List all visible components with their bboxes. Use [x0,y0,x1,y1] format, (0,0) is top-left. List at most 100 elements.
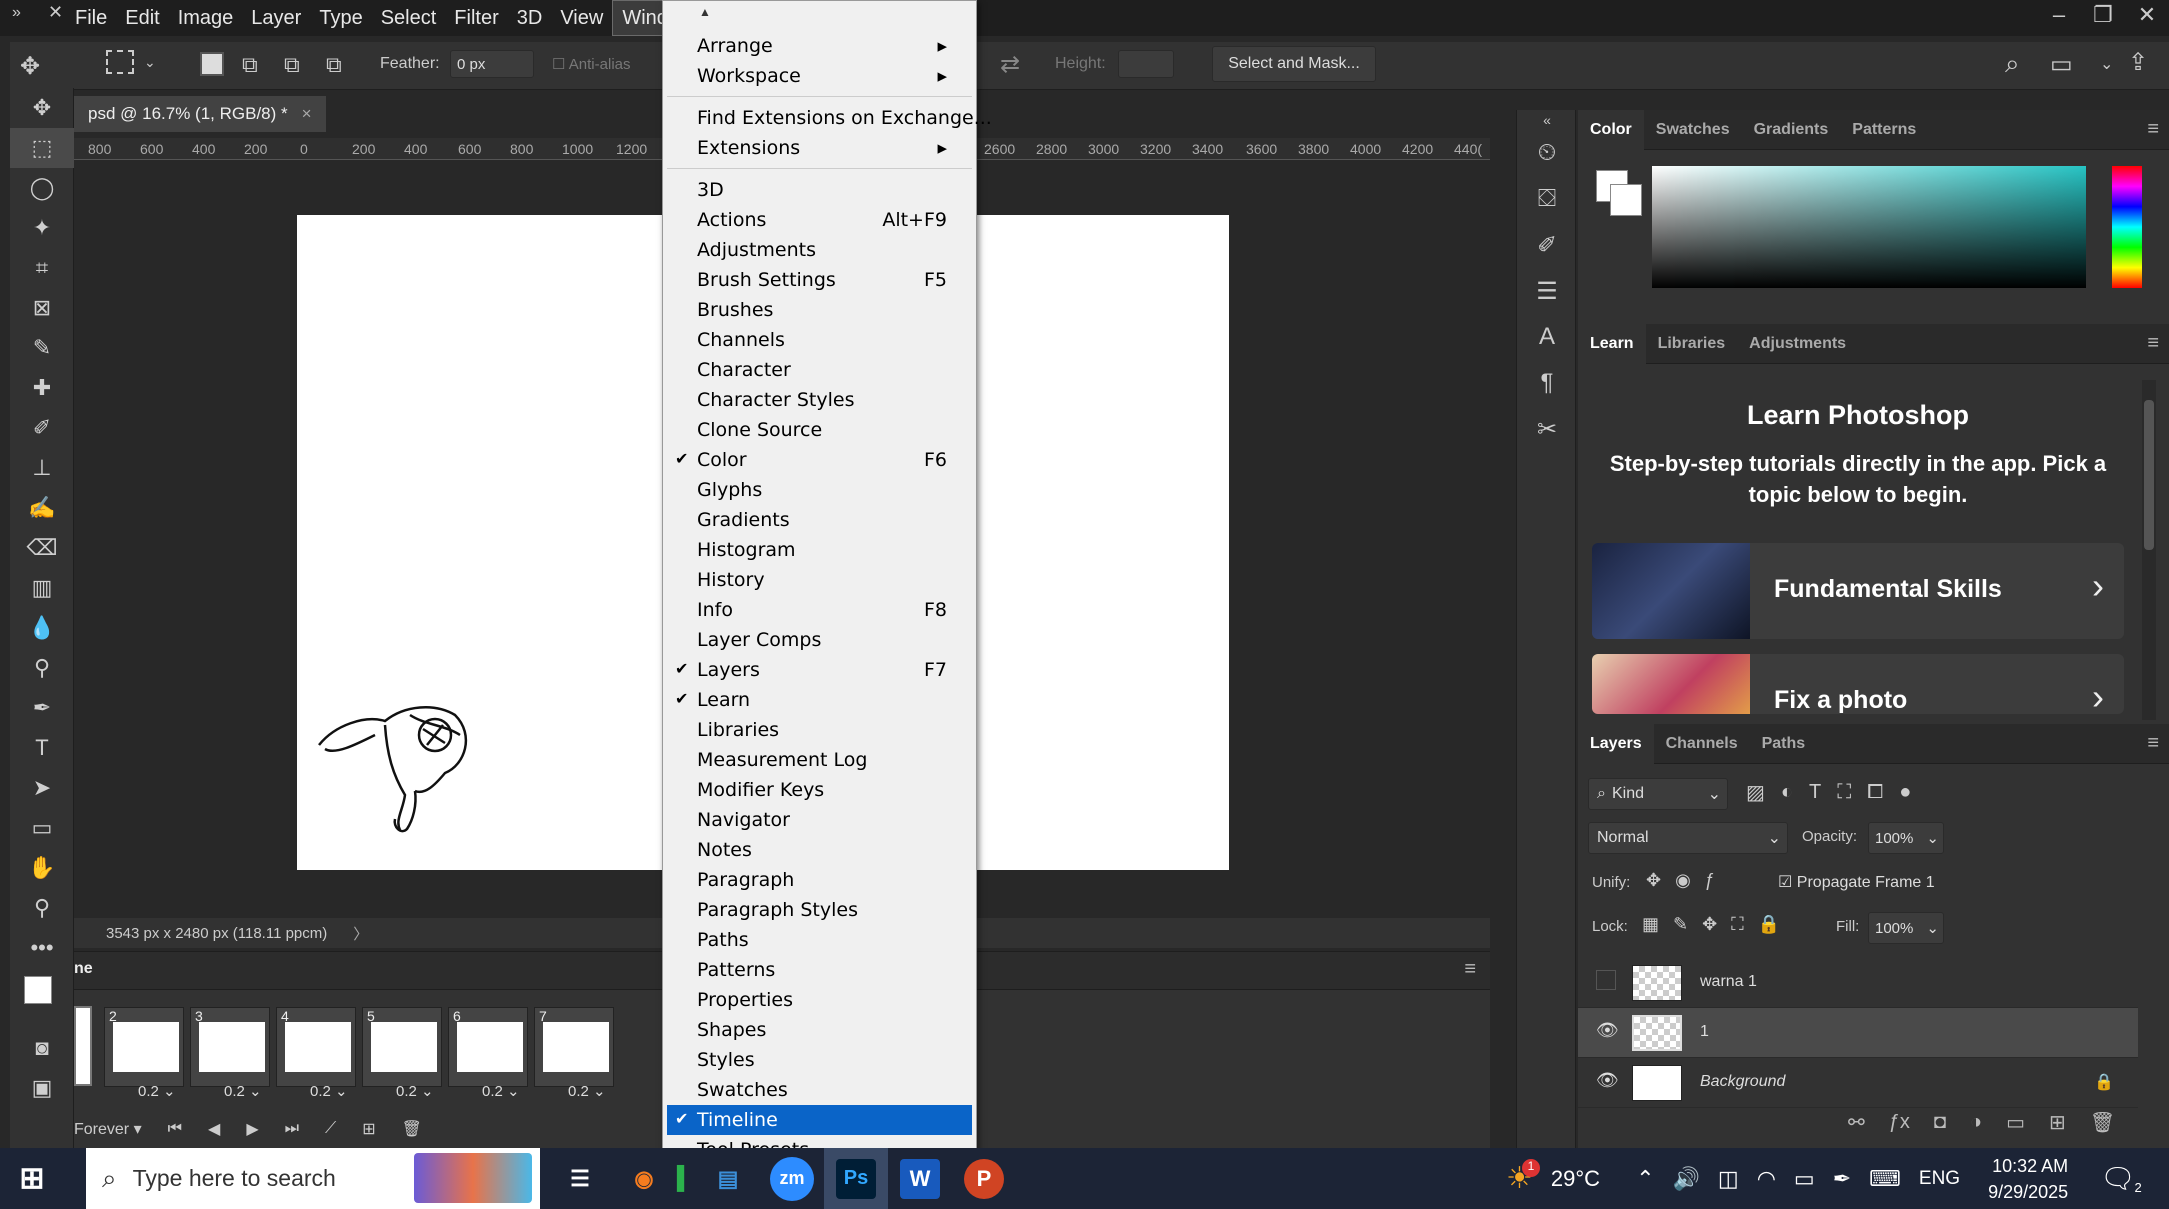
frame-1[interactable] [74,1006,92,1086]
subtract-selection-icon[interactable]: ⧉ [284,52,310,78]
foreground-color[interactable] [24,976,52,1004]
tab-patterns[interactable]: Patterns [1840,110,1928,150]
app-icon[interactable]: ▍ [676,1148,696,1209]
menu-file[interactable]: File [66,0,116,36]
menu-item-libraries[interactable]: Libraries [667,715,972,745]
workspace-icon[interactable]: ▭ [2050,50,2073,79]
color-swatches[interactable] [10,968,74,1028]
frame-2[interactable]: 2 [104,1007,184,1087]
menu-item-character[interactable]: Character [667,355,972,385]
frame-6[interactable]: 6 [448,1007,528,1087]
collapse-icon[interactable]: « [1517,110,1577,130]
filter-toggle-icon[interactable]: ● [1899,781,1911,804]
hand-tool-icon[interactable]: ✋ [10,848,74,888]
menu-item-info[interactable]: Info F8 [667,595,972,625]
adjustment-layer-icon[interactable]: ◑ [1970,1111,1982,1134]
menu-item-modifier-keys[interactable]: Modifier Keys [667,775,972,805]
pixel-filter-icon[interactable]: ▨ [1746,780,1765,805]
menu-edit[interactable]: Edit [116,0,168,36]
menu-item-layers[interactable]: ✔ Layers F7 [667,655,972,685]
notification-icon[interactable]: 🗨 2 [2100,1162,2142,1195]
type-tool-icon[interactable]: T [10,728,74,768]
layer-row[interactable]: warna 1 [1578,958,2138,1008]
language-indicator[interactable]: ENG [1919,1168,1960,1190]
menu-item-notes[interactable]: Notes [667,835,972,865]
menu-item-patterns[interactable]: Patterns [667,955,972,985]
unify-icons[interactable]: ✥◉ƒ [1646,870,1729,891]
paragraph-panel-icon[interactable]: ¶ [1517,360,1577,406]
tab-paths[interactable]: Paths [1750,724,1818,764]
photoshop-icon[interactable]: Ps [824,1148,888,1209]
menu-item-glyphs[interactable]: Glyphs [667,475,972,505]
adjustment-filter-icon[interactable]: ◐ [1781,781,1793,804]
timeline-tab[interactable]: ne [74,960,93,978]
move-tool-icon[interactable]: ✥ [20,52,40,81]
frame-delay[interactable]: 0.2 ⌄ [396,1082,434,1100]
tool-presets-icon[interactable]: ✂ [1517,406,1577,452]
menu-item-navigator[interactable]: Navigator [667,805,972,835]
tray-chevron-icon[interactable]: ⌃ [1636,1166,1654,1192]
menu-item-workspace[interactable]: Workspace ▸ [667,61,972,91]
chevron-down-icon[interactable]: ⌄ [144,54,156,71]
frame-delay[interactable]: 0.2 ⌄ [138,1082,176,1100]
frame-4[interactable]: 4 [276,1007,356,1087]
menu-view[interactable]: View [551,0,612,36]
learn-scrollbar[interactable] [2142,380,2156,720]
menu-item-actions[interactable]: Actions Alt+F9 [667,205,972,235]
more-tools-icon[interactable]: ••• [10,928,74,968]
quick-mask-icon[interactable]: ◙ [10,1028,74,1068]
menu-select[interactable]: Select [372,0,446,36]
menu-image[interactable]: Image [169,0,243,36]
color-field[interactable] [1652,166,2086,288]
fx-icon[interactable]: ƒx [1889,1111,1910,1134]
add-selection-icon[interactable]: ⧉ [242,52,268,78]
feather-input[interactable]: 0 px [450,50,534,78]
tab-learn[interactable]: Learn [1578,323,1646,364]
tab-swatches[interactable]: Swatches [1644,110,1742,150]
new-group-icon[interactable]: ▭ [2006,1110,2025,1135]
marquee-preset-icon[interactable] [106,50,134,74]
opacity-input[interactable]: 100% ⌄ [1868,822,1944,854]
lasso-tool-icon[interactable]: ◯ [10,168,74,208]
blur-tool-icon[interactable]: 💧 [10,608,74,648]
tutorial-card-fix-photo[interactable]: Fix a photo › [1592,654,2124,714]
start-icon[interactable]: ⊞ [0,1148,64,1209]
layer-row-selected[interactable]: 👁 1 [1578,1008,2138,1058]
move-tool-icon[interactable]: ✥ [10,88,74,128]
fill-input[interactable]: 100% ⌄ [1868,912,1944,944]
panel-menu-icon[interactable]: ≡ [1464,958,1476,981]
crop-tool-icon[interactable]: ⌗ [10,248,74,288]
powerpoint-icon[interactable]: P [952,1148,1016,1209]
swap-icon[interactable]: ⇄ [1000,50,1020,79]
shape-filter-icon[interactable]: ⛶ [1837,781,1851,804]
new-selection-icon[interactable] [200,52,224,76]
eye-icon[interactable]: 👁 [1596,1070,1619,1091]
menu-item-properties[interactable]: Properties [667,985,972,1015]
delete-frame-icon[interactable]: 🗑 [402,1119,422,1139]
height-input[interactable] [1118,50,1174,78]
menu-item-adjustments[interactable]: Adjustments [667,235,972,265]
character-panel-icon[interactable]: A [1517,314,1577,360]
new-layer-icon[interactable]: ⊞ [2049,1110,2066,1135]
menu-item-shapes[interactable]: Shapes [667,1015,972,1045]
search-icon[interactable]: ⌕ [2005,48,2020,80]
path-select-icon[interactable]: ➤ [10,768,74,808]
marquee-tool-icon[interactable]: ⬚ [10,128,74,168]
frame-delay[interactable]: 0.2 ⌄ [224,1082,262,1100]
eye-icon[interactable]: 👁 [1596,1020,1619,1041]
panel-menu-icon[interactable]: ≡ [2147,332,2159,355]
menu-item-history[interactable]: History [667,565,972,595]
menu-item-layer-comps[interactable]: Layer Comps [667,625,972,655]
3d-panel-icon[interactable]: ⛋ [1517,176,1577,222]
history-brush-icon[interactable]: ✍ [10,488,74,528]
tutorial-card-fundamental-skills[interactable]: Fundamental Skills › [1592,543,2124,639]
battery-icon[interactable]: ▭ [1794,1166,1815,1192]
menu-item-gradients[interactable]: Gradients [667,505,972,535]
stamp-tool-icon[interactable]: ⊥ [10,448,74,488]
document-tab[interactable]: psd @ 16.7% (1, RGB/8) * × [74,96,326,132]
clock[interactable]: 10:32 AM 9/29/2025 [1988,1153,2068,1205]
propagate-checkbox[interactable]: ☑ Propagate Frame 1 [1778,872,1935,892]
menu-item-paths[interactable]: Paths [667,925,972,955]
close-doc-icon[interactable]: ✕ [48,2,63,23]
tab-layers[interactable]: Layers [1578,723,1654,764]
